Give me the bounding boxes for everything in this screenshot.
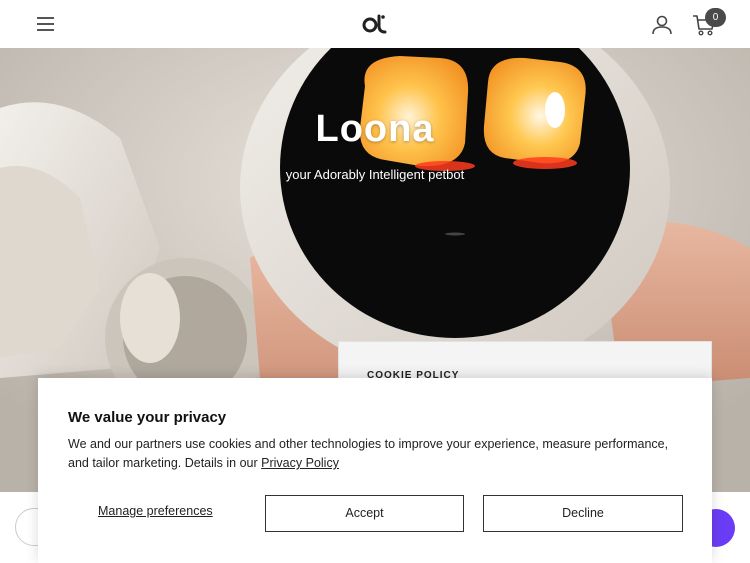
- account-icon[interactable]: [651, 14, 673, 36]
- logo-icon[interactable]: [361, 12, 389, 36]
- privacy-dialog: We value your privacy We and our partner…: [38, 378, 712, 563]
- hero-title: Loona: [315, 108, 435, 150]
- privacy-description: We and our partners use cookies and othe…: [68, 437, 669, 470]
- menu-icon-bar: [37, 23, 54, 25]
- privacy-title: We value your privacy: [68, 409, 227, 426]
- manage-preferences-button[interactable]: Manage preferences: [98, 504, 213, 518]
- accept-button[interactable]: Accept: [265, 495, 464, 532]
- menu-icon-bar: [37, 29, 54, 31]
- menu-icon: [37, 17, 54, 19]
- site-header: 0: [0, 0, 750, 48]
- privacy-policy-link[interactable]: Privacy Policy: [261, 456, 339, 470]
- cart-count-badge: 0: [705, 8, 726, 27]
- privacy-text: We and our partners use cookies and othe…: [68, 435, 688, 473]
- decline-button[interactable]: Decline: [483, 495, 683, 532]
- hero-subtitle: your Adorably Intelligent petbot: [285, 167, 465, 182]
- menu-button[interactable]: [36, 15, 56, 33]
